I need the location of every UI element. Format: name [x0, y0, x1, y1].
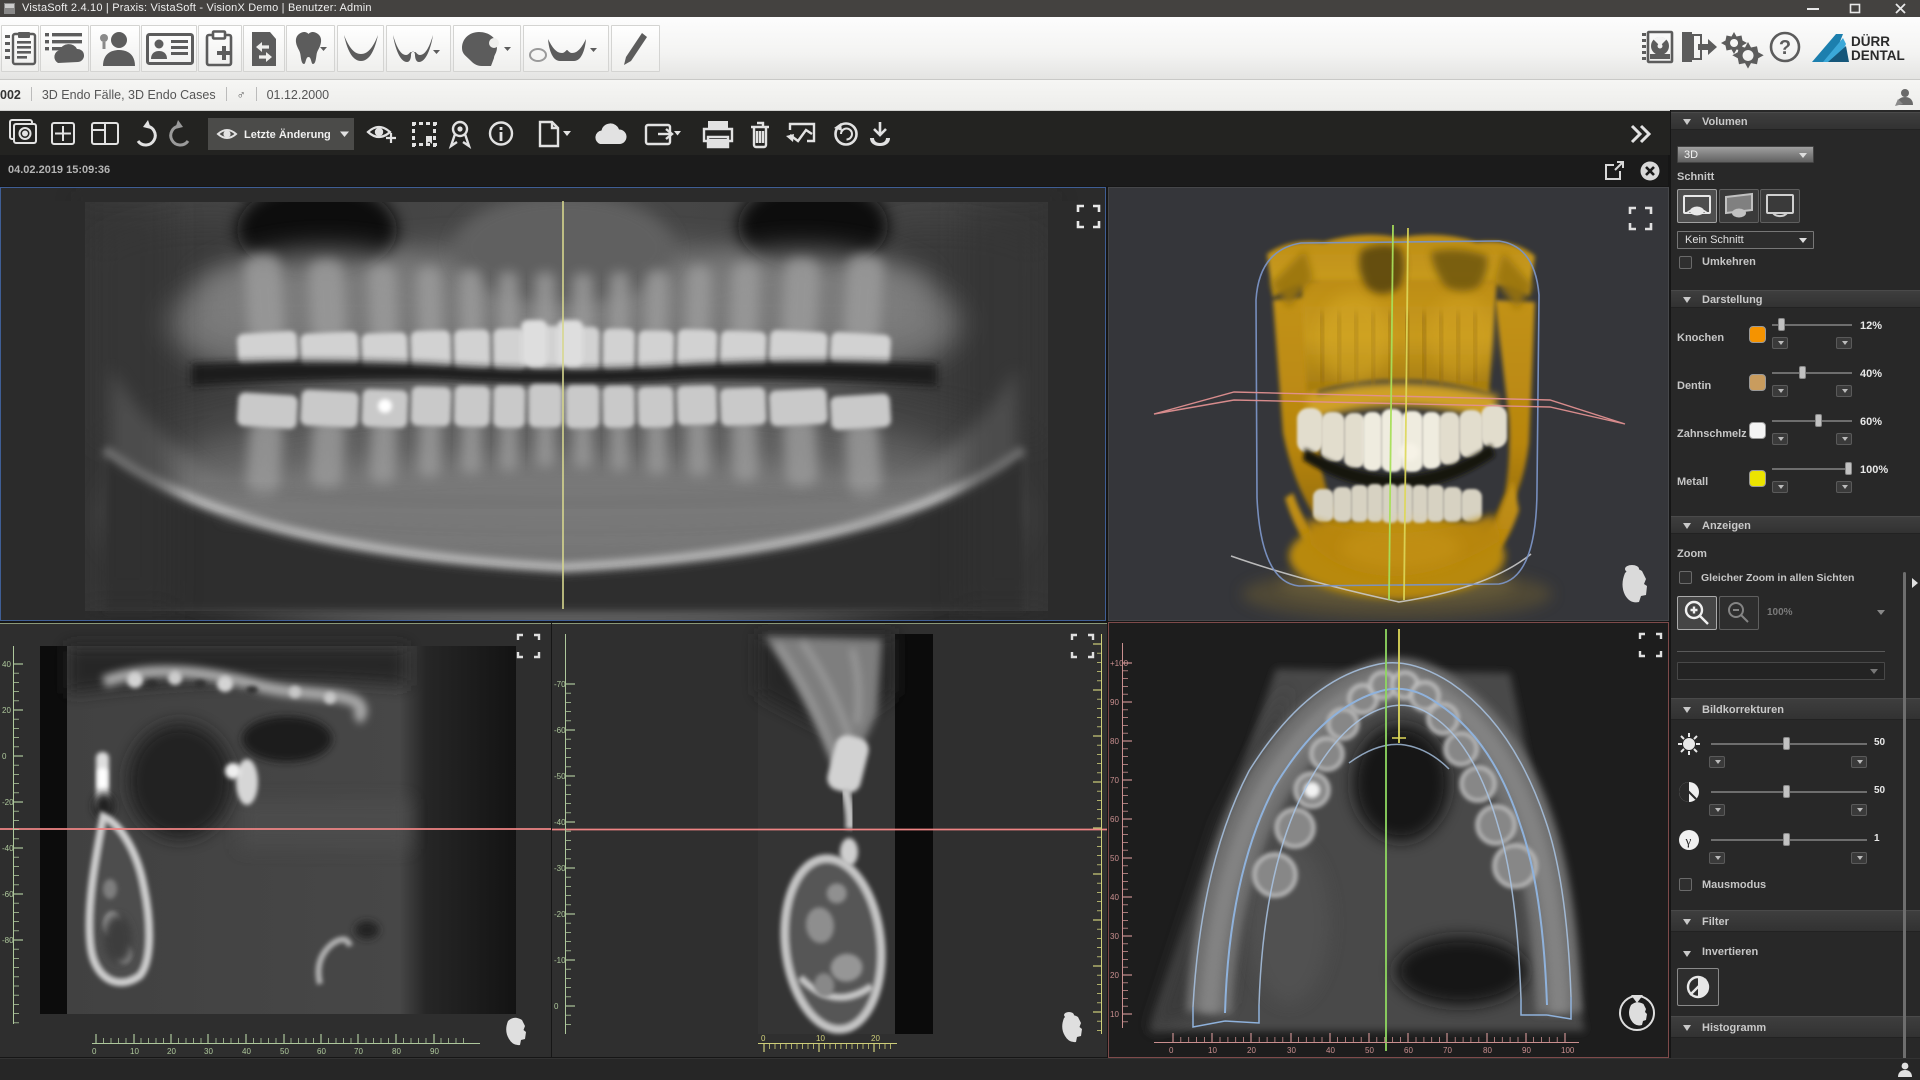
- svg-text:-60: -60: [2, 890, 14, 899]
- svg-text:60: 60: [317, 1047, 326, 1056]
- svg-text:-30: -30: [554, 864, 566, 873]
- svg-text:-20: -20: [2, 798, 14, 807]
- svg-text:40: 40: [1110, 893, 1119, 902]
- svg-text:-10: -10: [554, 956, 566, 965]
- svg-text:60: 60: [1110, 815, 1119, 824]
- svg-text:50: 50: [280, 1047, 289, 1056]
- svg-text:20: 20: [1247, 1046, 1256, 1055]
- svg-text:30: 30: [204, 1047, 213, 1056]
- svg-text:80: 80: [1110, 737, 1119, 746]
- svg-text:60: 60: [1404, 1046, 1413, 1055]
- svg-text:20: 20: [1110, 971, 1119, 980]
- svg-text:?: ?: [1779, 37, 1791, 59]
- svg-text:40: 40: [242, 1047, 251, 1056]
- svg-text:20: 20: [167, 1047, 176, 1056]
- svg-text:+100: +100: [1110, 659, 1129, 668]
- svg-text:70: 70: [354, 1047, 363, 1056]
- svg-text:0: 0: [92, 1047, 97, 1056]
- svg-text:20: 20: [871, 1034, 880, 1043]
- svg-text:0: 0: [554, 1002, 559, 1011]
- svg-text:Letzte Änderung: Letzte Änderung: [244, 128, 331, 141]
- svg-text:30: 30: [1110, 932, 1119, 941]
- svg-text:-70: -70: [554, 680, 566, 689]
- svg-text:40: 40: [1326, 1046, 1335, 1055]
- svg-text:40: 40: [2, 660, 11, 669]
- svg-text:0: 0: [761, 1034, 766, 1043]
- svg-text:70: 70: [1110, 776, 1119, 785]
- svg-text:0: 0: [2, 752, 7, 761]
- svg-text:30: 30: [1287, 1046, 1296, 1055]
- svg-text:70: 70: [1443, 1046, 1452, 1055]
- svg-text:50: 50: [1110, 854, 1119, 863]
- svg-text:90: 90: [1522, 1046, 1531, 1055]
- svg-text:10: 10: [130, 1047, 139, 1056]
- svg-text:-80: -80: [2, 936, 14, 945]
- svg-text:50: 50: [1365, 1046, 1374, 1055]
- svg-text:10: 10: [1208, 1046, 1217, 1055]
- svg-text:-20: -20: [554, 910, 566, 919]
- svg-text:γ: γ: [1685, 833, 1692, 848]
- svg-text:-40: -40: [554, 818, 566, 827]
- svg-text:-50: -50: [554, 772, 566, 781]
- svg-text:90: 90: [1110, 698, 1119, 707]
- svg-text:100: 100: [1561, 1046, 1575, 1055]
- svg-text:DÜRR: DÜRR: [1851, 34, 1890, 49]
- svg-text:-40: -40: [2, 844, 14, 853]
- svg-text:DENTAL: DENTAL: [1851, 48, 1905, 63]
- svg-text:20: 20: [2, 706, 11, 715]
- svg-text:0: 0: [1169, 1046, 1174, 1055]
- svg-text:80: 80: [1483, 1046, 1492, 1055]
- svg-text:10: 10: [1110, 1010, 1119, 1019]
- svg-text:10: 10: [816, 1034, 825, 1043]
- svg-text:90: 90: [430, 1047, 439, 1056]
- svg-text:-60: -60: [554, 726, 566, 735]
- svg-text:80: 80: [392, 1047, 401, 1056]
